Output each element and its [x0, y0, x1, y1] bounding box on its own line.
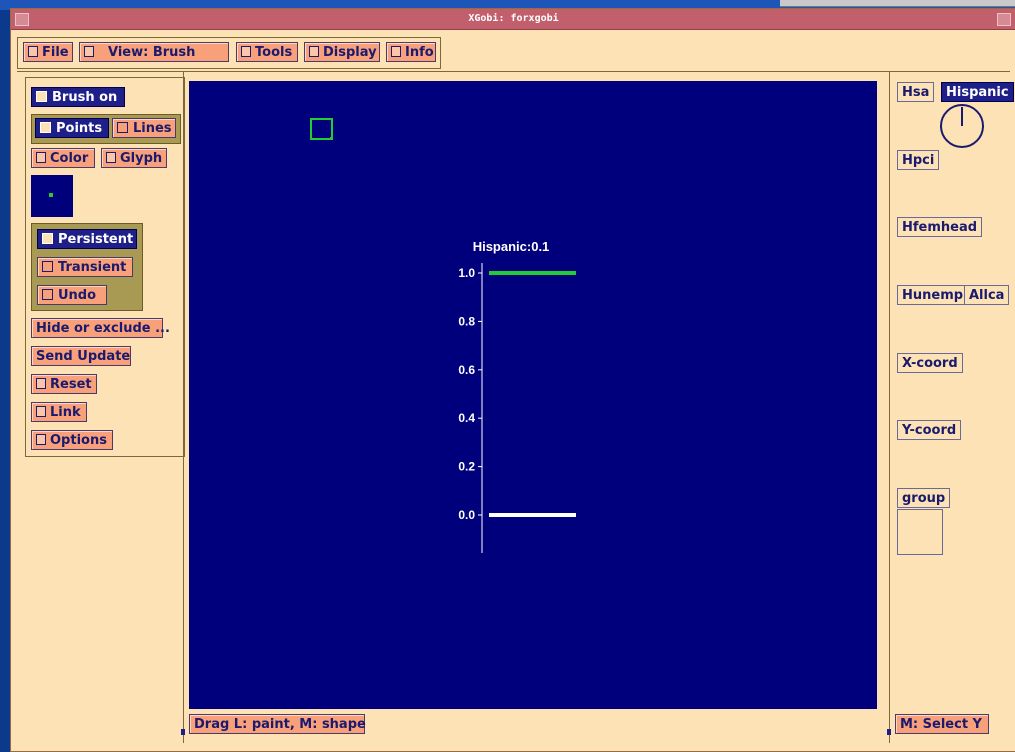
checkbox-icon	[42, 289, 53, 300]
hide-exclude-button[interactable]: Hide or exclude ...	[31, 318, 170, 338]
menu-indicator-icon	[36, 434, 46, 445]
status-hint-left: Drag L: paint, M: shape	[189, 714, 366, 734]
var-hunemp[interactable]: Hunemp	[897, 285, 969, 305]
lines-toggle[interactable]: Lines	[112, 118, 176, 138]
status-hint-right: M: Select Y	[895, 714, 989, 734]
options-button[interactable]: Options	[31, 430, 113, 450]
lines-label: Lines	[133, 121, 172, 136]
brush-on-label: Brush on	[52, 90, 118, 105]
send-update-button[interactable]: Send Update	[31, 346, 131, 366]
menu-indicator-icon	[28, 46, 38, 57]
group-variable-box[interactable]	[897, 509, 943, 555]
color-label: Color	[50, 151, 89, 166]
var-group[interactable]: group	[897, 488, 951, 508]
points-label: Points	[56, 121, 103, 136]
tools-menu-label: Tools	[255, 45, 293, 60]
menu-indicator-icon	[309, 46, 319, 57]
reset-label: Reset	[50, 377, 92, 392]
checkbox-icon	[40, 122, 51, 133]
color-button[interactable]: Color	[31, 148, 95, 168]
file-menu-button[interactable]: File	[23, 42, 73, 62]
plot-resize-handle-right[interactable]	[887, 729, 891, 735]
checkbox-icon	[42, 233, 53, 244]
menu-indicator-icon	[36, 406, 46, 417]
view-menu-label: View: Brush	[108, 45, 196, 60]
axis-tick-label: 0.6	[458, 363, 475, 377]
menu-indicator-icon	[241, 46, 251, 57]
display-menu-label: Display	[323, 45, 377, 60]
var-hsa[interactable]: Hsa	[897, 82, 935, 102]
axis-tick-label: 0.2	[458, 460, 475, 474]
plot-area[interactable]: Hispanic:0.1 1.0 0.8 0.6 0.4 0.2 0.0	[189, 81, 877, 709]
info-menu-button[interactable]: Info	[386, 42, 436, 62]
axis-ticks: 1.0 0.8 0.6 0.4 0.2 0.0	[458, 266, 482, 522]
window-title: XGobi: forxgobi	[468, 13, 559, 24]
window-maximize-icon[interactable]	[997, 13, 1011, 26]
top-divider	[17, 71, 1010, 72]
transient-toggle[interactable]: Transient	[37, 257, 133, 277]
link-button[interactable]: Link	[31, 402, 87, 422]
current-brush-swatch	[31, 175, 73, 217]
menu-indicator-icon	[36, 378, 46, 389]
glyph-label: Glyph	[120, 151, 163, 166]
var-xcoord[interactable]: X-coord	[897, 353, 963, 373]
axis-tick-label: 0.4	[458, 411, 475, 425]
plot-resize-handle-left[interactable]	[181, 729, 185, 735]
options-label: Options	[50, 433, 107, 448]
view-menu-button[interactable]: View: Brush	[79, 42, 229, 62]
left-divider	[183, 71, 184, 743]
menu-indicator-icon	[36, 152, 46, 163]
axis-tick-label: 0.0	[458, 508, 475, 522]
xgobi-window: XGobi: forxgobi File View: Brush Tools D…	[10, 8, 1015, 752]
reset-button[interactable]: Reset	[31, 374, 97, 394]
menu-indicator-icon	[84, 46, 94, 57]
var-hispanic[interactable]: Hispanic	[941, 82, 1014, 102]
right-divider	[889, 71, 890, 743]
points-toggle[interactable]: Points	[35, 118, 109, 138]
plot-svg: Hispanic:0.1 1.0 0.8 0.6 0.4 0.2 0.0	[310, 118, 576, 553]
brush-glyph-dot	[49, 193, 53, 197]
info-menu-label: Info	[405, 45, 434, 60]
persistent-toggle[interactable]: Persistent	[37, 229, 137, 249]
title-bar[interactable]: XGobi: forxgobi	[11, 9, 1015, 30]
axis-tick-label: 0.8	[458, 314, 475, 328]
menu-indicator-icon	[391, 46, 401, 57]
file-menu-label: File	[42, 45, 69, 60]
axis-tick-label: 1.0	[458, 266, 475, 280]
brush-on-toggle[interactable]: Brush on	[31, 87, 125, 107]
link-label: Link	[50, 405, 81, 420]
var-hpci[interactable]: Hpci	[897, 150, 940, 170]
undo-toggle[interactable]: Undo	[37, 285, 107, 305]
checkbox-icon	[42, 261, 53, 272]
var-allca[interactable]: Allca	[964, 285, 1010, 305]
brush-rectangle[interactable]	[310, 118, 333, 140]
transient-label: Transient	[58, 260, 127, 275]
var-hfemhead[interactable]: Hfemhead	[897, 217, 983, 237]
tools-menu-button[interactable]: Tools	[236, 42, 298, 62]
desktop-window-edge	[780, 0, 1015, 7]
persistent-label: Persistent	[58, 232, 134, 247]
display-menu-button[interactable]: Display	[304, 42, 380, 62]
variable-label: Hispanic:0.1	[473, 239, 550, 254]
checkbox-icon	[117, 122, 128, 133]
glyph-button[interactable]: Glyph	[101, 148, 167, 168]
variable-dial-icon[interactable]	[938, 102, 986, 150]
checkbox-icon	[36, 91, 47, 102]
var-ycoord[interactable]: Y-coord	[897, 420, 962, 440]
brush-handle[interactable]	[330, 137, 333, 140]
undo-label: Undo	[58, 288, 97, 303]
menu-indicator-icon	[106, 152, 116, 163]
